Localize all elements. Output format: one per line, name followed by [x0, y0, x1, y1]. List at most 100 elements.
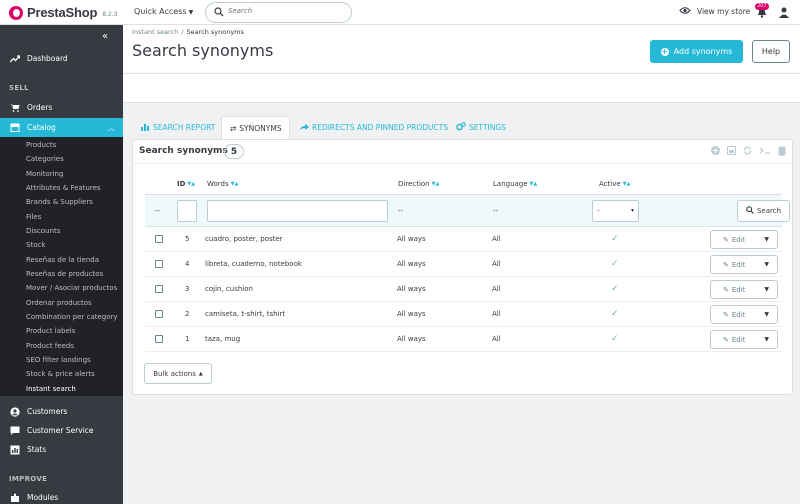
row-checkbox[interactable]	[155, 310, 163, 318]
filter-active-value: -	[597, 207, 600, 215]
edit-button[interactable]: ✎ Edit ▼	[710, 230, 778, 249]
submenu-item-sort-products[interactable]: Ordenar productos	[26, 299, 92, 307]
pencil-icon: ✎	[723, 310, 729, 319]
caret-down-icon[interactable]: ▼	[764, 261, 769, 268]
edit-button[interactable]: ✎ Edit ▼	[710, 305, 778, 324]
submenu-item-product-feeds[interactable]: Product feeds	[26, 342, 74, 350]
add-new-icon[interactable]	[711, 146, 720, 158]
submenu-item-attributes[interactable]: Attributes & Features	[26, 184, 101, 192]
submenu-item-products[interactable]: Products	[26, 141, 56, 149]
view-store-link[interactable]: View my store	[679, 6, 750, 17]
submenu-item-stock[interactable]: Stock	[26, 241, 45, 249]
database-icon[interactable]	[778, 146, 786, 158]
sidebar-item-customer-service[interactable]: Customer Service	[0, 421, 123, 440]
add-synonyms-button[interactable]: + Add synonyms	[650, 40, 743, 63]
column-header-words[interactable]: Words ▼▲	[207, 180, 238, 188]
puzzle-icon	[9, 493, 21, 503]
filter-words-input[interactable]	[207, 200, 388, 222]
tab-synonyms[interactable]: ⇄ SYNONYMS	[221, 116, 290, 139]
tab-label: SEARCH REPORT	[153, 123, 216, 132]
sidebar-item-catalog[interactable]: Catalog ︿	[0, 118, 123, 137]
bar-chart-icon	[141, 123, 150, 133]
sort-icon[interactable]: ▼▲	[623, 181, 631, 187]
brand-name: PrestaShop	[27, 5, 98, 20]
sort-icon[interactable]: ▼▲	[187, 181, 195, 187]
count-badge: 5	[224, 144, 244, 159]
submenu-item-instant-search[interactable]: Instant search	[26, 385, 76, 393]
submenu-item-brands[interactable]: Brands & Suppliers	[26, 198, 93, 206]
edit-button[interactable]: ✎ Edit ▼	[710, 330, 778, 349]
stats-icon	[9, 445, 21, 455]
row-id: 1	[185, 335, 190, 343]
sort-icon[interactable]: ▼▲	[231, 181, 239, 187]
page-header: Instant search / Search synonyms Search sy…	[123, 25, 800, 74]
row-language: All	[492, 285, 501, 293]
column-header-id[interactable]: ID ▼▲	[177, 180, 195, 188]
swap-icon: ⇄	[230, 123, 237, 133]
submenu-item-categories[interactable]: Categories	[26, 155, 64, 163]
collapse-sidebar-icon[interactable]: «	[102, 31, 108, 42]
submenu-item-product-reviews[interactable]: Reseñas de productos	[26, 270, 103, 278]
help-button[interactable]: Help	[752, 40, 790, 63]
row-words: taza, mug	[205, 335, 241, 343]
active-check-icon[interactable]: ✓	[611, 334, 619, 344]
tab-redirects[interactable]: REDIRECTS AND PINNED PRODUCTS	[300, 116, 448, 139]
sidebar-item-stats[interactable]: Stats	[0, 440, 123, 459]
edit-button[interactable]: ✎ Edit ▼	[710, 255, 778, 274]
row-language: All	[492, 310, 501, 318]
caret-down-icon[interactable]: ▼	[764, 336, 769, 343]
filter-direction-value: --	[398, 207, 404, 215]
column-header-direction[interactable]: Direction ▼▲	[398, 180, 439, 188]
submenu-item-store-reviews[interactable]: Reseñas de la tienda	[26, 256, 99, 264]
row-checkbox[interactable]	[155, 235, 163, 243]
sort-icon[interactable]: ▼▲	[530, 181, 538, 187]
submenu-item-monitoring[interactable]: Monitoring	[26, 170, 63, 178]
filter-active-select[interactable]: - ▾	[592, 200, 639, 222]
submenu-item-product-labels[interactable]: Product labels	[26, 327, 75, 335]
column-header-language[interactable]: Language ▼▲	[493, 180, 537, 188]
user-avatar-icon[interactable]	[778, 6, 790, 20]
global-search-input[interactable]	[228, 7, 346, 15]
trending-up-icon	[9, 54, 21, 63]
column-header-active[interactable]: Active ▼▲	[599, 180, 630, 188]
active-check-icon[interactable]: ✓	[611, 309, 619, 319]
quick-access-dropdown[interactable]: Quick Access ▼	[134, 7, 193, 16]
submenu-item-seo-landings[interactable]: SEO filter landings	[26, 356, 91, 364]
sql-query-icon[interactable]	[759, 146, 771, 158]
filter-id-input[interactable]	[177, 200, 197, 222]
sidebar-item-modules[interactable]: Modules	[0, 488, 123, 504]
submenu-item-files[interactable]: Files	[26, 213, 41, 221]
refresh-icon[interactable]	[743, 146, 752, 158]
pencil-icon: ✎	[723, 285, 729, 294]
sort-icon[interactable]: ▼▲	[432, 181, 440, 187]
export-icon[interactable]	[727, 146, 736, 158]
search-button[interactable]: Search	[737, 200, 790, 222]
sidebar-item-dashboard[interactable]: Dashboard	[0, 49, 123, 68]
active-check-icon[interactable]: ✓	[611, 234, 619, 244]
store-icon	[9, 123, 21, 132]
global-search[interactable]	[205, 2, 352, 23]
caret-down-icon[interactable]: ▼	[764, 236, 769, 243]
gears-icon	[456, 122, 466, 133]
sidebar-item-label: Modules	[27, 493, 59, 502]
row-checkbox[interactable]	[155, 285, 163, 293]
submenu-item-combination[interactable]: Combination per category	[26, 313, 118, 321]
submenu-item-stock-alerts[interactable]: Stock & price alerts	[26, 370, 95, 378]
tab-settings[interactable]: SETTINGS	[456, 116, 506, 139]
row-checkbox[interactable]	[155, 260, 163, 268]
row-checkbox[interactable]	[155, 335, 163, 343]
submenu-item-discounts[interactable]: Discounts	[26, 227, 60, 235]
caret-down-icon[interactable]: ▼	[764, 286, 769, 293]
prestashop-logo[interactable]: PrestaShop 8.2.3	[9, 5, 118, 20]
edit-button[interactable]: ✎ Edit ▼	[710, 280, 778, 299]
sidebar-item-orders[interactable]: Orders	[0, 98, 123, 117]
bulk-actions-button[interactable]: Bulk actions ▲	[144, 363, 212, 384]
submenu-item-move-products[interactable]: Mover / Asociar productos	[26, 284, 117, 292]
caret-down-icon[interactable]: ▼	[764, 311, 769, 318]
active-check-icon[interactable]: ✓	[611, 284, 619, 294]
sidebar-item-customers[interactable]: Customers	[0, 402, 123, 421]
tab-search-report[interactable]: SEARCH REPORT	[141, 116, 215, 139]
row-language: All	[492, 335, 501, 343]
breadcrumb-parent-link[interactable]: Instant search	[132, 28, 178, 36]
active-check-icon[interactable]: ✓	[611, 259, 619, 269]
